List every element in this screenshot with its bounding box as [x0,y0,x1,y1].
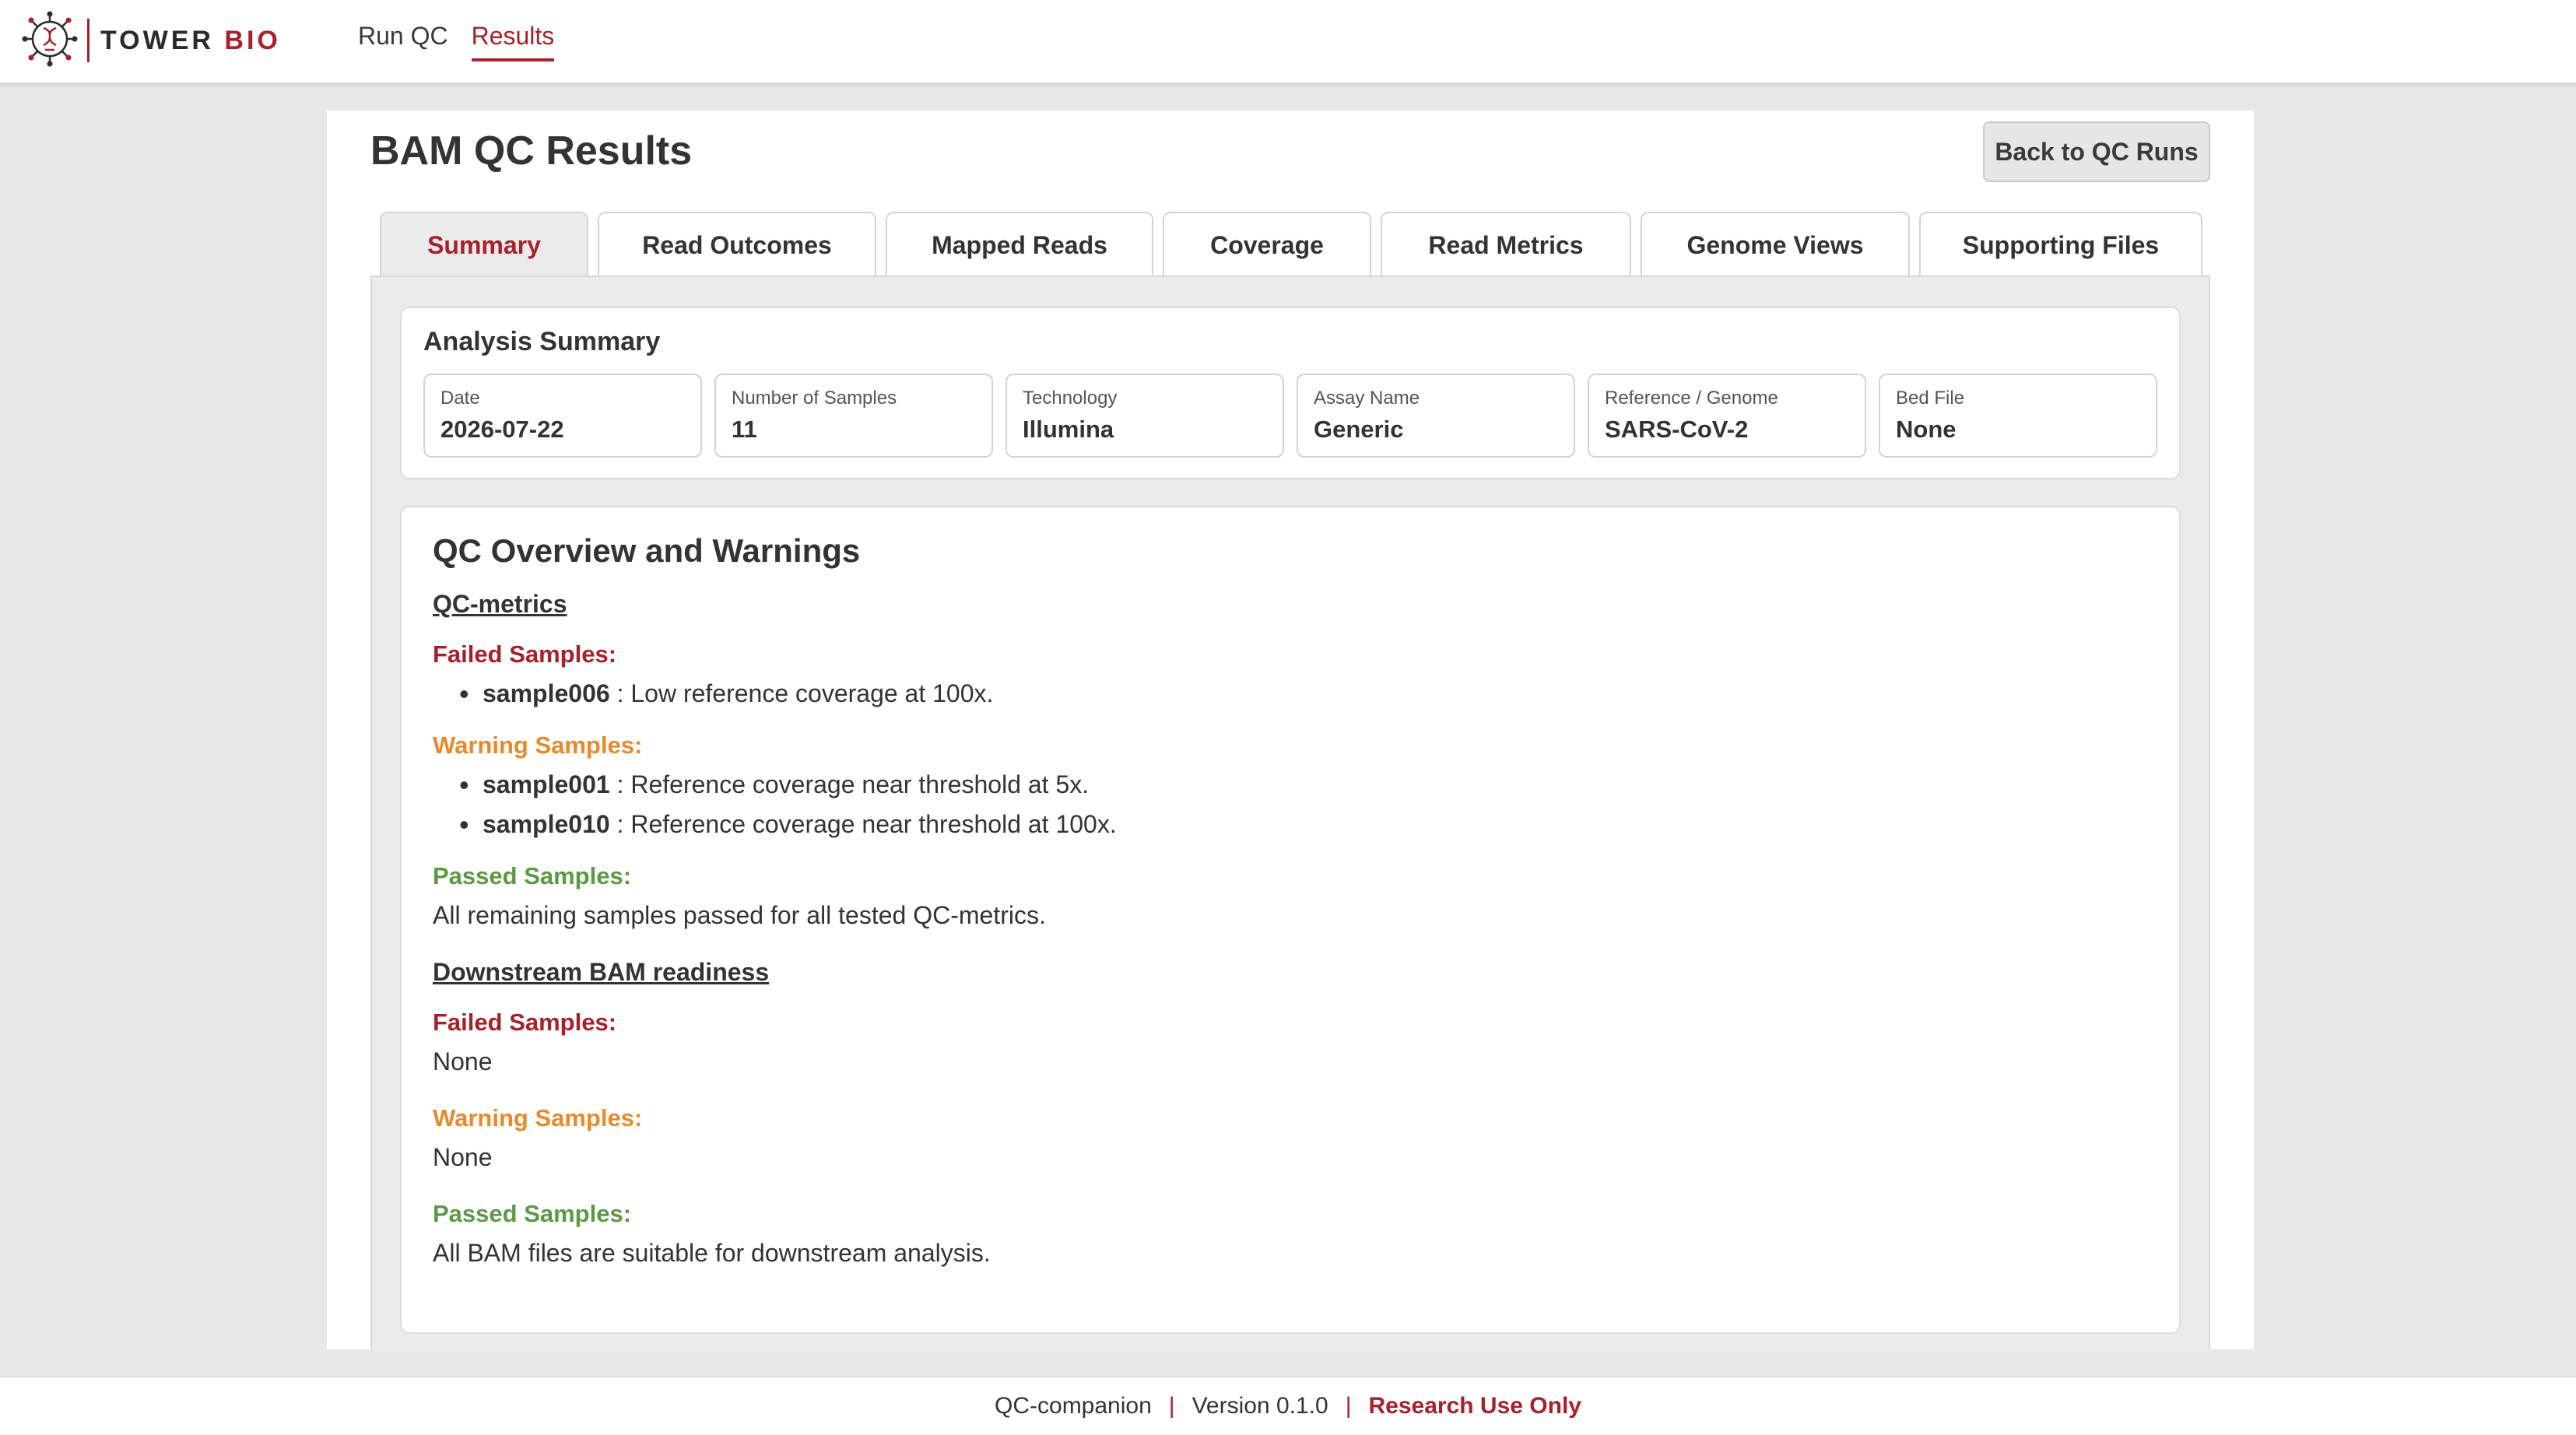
field-value: Illumina [1023,416,1114,443]
sample-reason: : Low reference coverage at 100x. [609,679,994,707]
footer-separator: | [1345,1393,1352,1419]
footer-research-use-notice: Research Use Only [1368,1393,1581,1419]
list-item: sample010 : Reference coverage near thre… [459,809,1117,841]
metrics-warning-label: Warning Samples: [433,732,643,759]
tab-genome-views[interactable]: Genome Views [1641,212,1910,277]
main-nav: Run QC Results [358,22,555,61]
field-value: Generic [1314,416,1404,443]
helix-virus-logo-icon [22,11,78,71]
tab-coverage[interactable]: Coverage [1163,212,1371,277]
qc-metrics-heading: QC-metrics [433,590,567,618]
field-value: None [1896,416,1957,443]
qc-overview-card: QC Overview and Warnings QC-metrics Fail… [400,506,2181,1334]
field-reference-genome: Reference / Genome SARS-CoV-2 [1588,374,1866,458]
sample-name: sample006 [483,679,610,707]
tab-mapped-reads[interactable]: Mapped Reads [886,212,1153,277]
page-title: BAM QC Results [370,128,693,174]
field-label: Assay Name [1314,388,1420,409]
sample-name: sample001 [483,770,610,798]
field-bed-file: Bed File None [1879,374,2157,458]
footer-version: Version 0.1.0 [1191,1393,1328,1419]
footer-app-name: QC-companion [995,1393,1152,1419]
metrics-passed-label: Passed Samples: [433,862,632,889]
field-assay-name: Assay Name Generic [1297,374,1575,458]
analysis-summary-card: Analysis Summary Date 2026-07-22 Number … [400,307,2181,479]
field-value: SARS-CoV-2 [1605,416,1749,443]
nav-run-qc[interactable]: Run QC [358,22,448,61]
brand-name: TOWER BIO [100,25,281,55]
field-number-of-samples: Number of Samples 11 [714,374,993,458]
footer-separator: | [1168,1393,1175,1419]
nav-results[interactable]: Results [471,22,555,61]
tab-read-outcomes[interactable]: Read Outcomes [598,212,876,277]
readiness-warning-text: None [433,1143,493,1171]
results-panel: BAM QC Results Back to QC Runs Summary R… [327,111,2254,1349]
readiness-failed-label: Failed Samples: [433,1009,617,1036]
readiness-failed-text: None [433,1047,493,1075]
field-value: 2026-07-22 [440,416,564,443]
metrics-passed-text: All remaining samples passed for all tes… [433,901,1046,929]
analysis-summary-title: Analysis Summary [423,327,661,356]
field-technology: Technology Illumina [1005,374,1284,458]
field-label: Reference / Genome [1605,388,1778,409]
list-item: sample006 : Low reference coverage at 10… [459,678,1117,710]
brand-logo[interactable]: TOWER BIO [22,11,281,70]
tab-supporting-files[interactable]: Supporting Files [1919,212,2202,277]
field-label: Bed File [1896,388,1965,409]
qc-overview-title: QC Overview and Warnings [433,532,861,569]
page-footer: QC-companion | Version 0.1.0 | Research … [0,1376,2576,1435]
tab-content-summary: Analysis Summary Date 2026-07-22 Number … [370,275,2210,1349]
bam-readiness-heading: Downstream BAM readiness [433,958,770,986]
logo-divider [87,19,89,62]
readiness-warning-label: Warning Samples: [433,1104,643,1132]
field-label: Number of Samples [732,388,897,409]
readiness-passed-label: Passed Samples: [433,1200,632,1227]
back-to-qc-runs-button[interactable]: Back to QC Runs [1983,121,2210,182]
field-date: Date 2026-07-22 [423,374,702,458]
sample-reason: : Reference coverage near threshold at 1… [609,810,1117,838]
metrics-failed-list: sample006 : Low reference coverage at 10… [459,678,1117,710]
tab-summary[interactable]: Summary [380,212,588,277]
list-item: sample001 : Reference coverage near thre… [459,769,1117,802]
field-label: Date [440,388,480,409]
field-value: 11 [732,416,757,443]
metrics-failed-label: Failed Samples: [433,640,617,668]
sample-reason: : Reference coverage near threshold at 5… [609,770,1090,798]
field-label: Technology [1023,388,1118,409]
readiness-passed-text: All BAM files are suitable for downstrea… [433,1239,991,1267]
metrics-warning-list: sample001 : Reference coverage near thre… [459,769,1117,841]
tab-read-metrics[interactable]: Read Metrics [1381,212,1631,277]
top-navbar: TOWER BIO Run QC Results [0,0,2576,84]
sample-name: sample010 [483,810,610,838]
